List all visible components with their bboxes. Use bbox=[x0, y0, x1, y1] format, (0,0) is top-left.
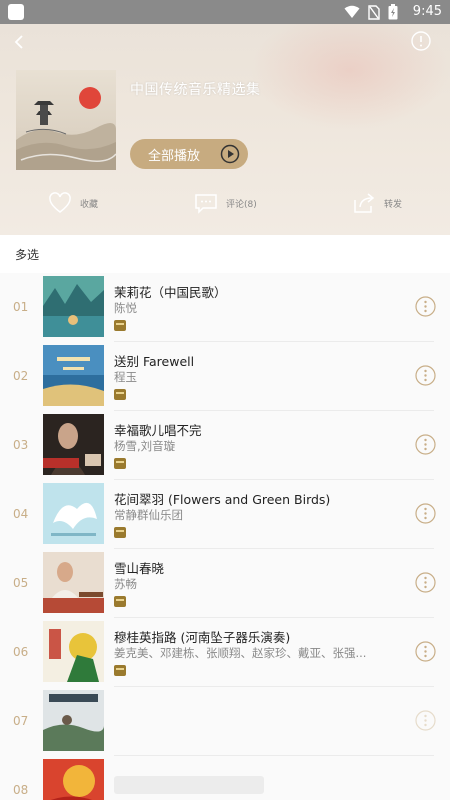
favorite-label: 收藏 bbox=[80, 199, 99, 210]
track-row[interactable]: 05 雪山春晓 苏畅 bbox=[0, 549, 450, 618]
track-number: 06 bbox=[13, 645, 29, 659]
info-icon[interactable] bbox=[410, 30, 432, 52]
more-options-icon[interactable] bbox=[415, 503, 436, 524]
wifi-icon bbox=[344, 5, 360, 18]
battery-icon bbox=[388, 4, 398, 20]
hq-badge-icon bbox=[114, 320, 126, 331]
track-artist: 苏畅 bbox=[114, 577, 137, 591]
track-row[interactable]: 03 幸福歌儿唱不完 杨雪,刘音璇 bbox=[0, 411, 450, 480]
track-artist: 姜克美、邓建栋、张顺翔、赵家珍、戴亚、张强... bbox=[114, 646, 367, 660]
track-cover bbox=[43, 552, 104, 613]
multiselect-button[interactable]: 多选 bbox=[0, 235, 450, 273]
track-row[interactable]: 06 穆桂英指路 (河南坠子器乐演奏) 姜克美、邓建栋、张顺翔、赵家珍、戴亚、张… bbox=[0, 618, 450, 687]
favorite-button[interactable]: 收藏 bbox=[48, 188, 98, 218]
loading-placeholder bbox=[114, 776, 264, 794]
more-options-icon[interactable] bbox=[415, 641, 436, 662]
track-row[interactable]: 04 花间翠羽 (Flowers and Green Birds) 常静群仙乐团 bbox=[0, 480, 450, 549]
track-cover bbox=[43, 276, 104, 337]
album-actions: 收藏 评论(8) 转发 bbox=[0, 188, 450, 218]
album-cover bbox=[16, 70, 116, 170]
track-artist: 杨雪,刘音璇 bbox=[114, 439, 176, 453]
share-icon bbox=[354, 193, 375, 213]
track-cover bbox=[43, 414, 104, 475]
share-label: 转发 bbox=[384, 199, 403, 210]
album-title: 中国传统音乐精选集 bbox=[130, 82, 261, 98]
share-button[interactable]: 转发 bbox=[352, 188, 402, 218]
track-cover bbox=[43, 621, 104, 682]
heart-icon bbox=[49, 192, 71, 213]
multiselect-label: 多选 bbox=[15, 248, 40, 262]
hq-badge-icon bbox=[114, 527, 126, 538]
track-title: 穆桂英指路 (河南坠子器乐演奏) bbox=[114, 630, 291, 645]
track-number: 04 bbox=[13, 507, 29, 521]
track-artist: 陈悦 bbox=[114, 301, 137, 315]
play-all-button[interactable]: 全部播放 bbox=[130, 139, 248, 169]
track-title: 茉莉花（中国民歌） bbox=[114, 285, 227, 300]
track-title: 送别 Farewell bbox=[114, 354, 195, 369]
comment-button[interactable]: 评论(8) bbox=[194, 188, 257, 218]
track-list: 01 茉莉花（中国民歌） 陈悦 02 送别 Farewell 程玉 03 幸福歌… bbox=[0, 273, 450, 800]
track-row[interactable]: 02 送别 Farewell 程玉 bbox=[0, 342, 450, 411]
hq-badge-icon bbox=[114, 596, 126, 607]
header-glow bbox=[250, 10, 450, 130]
track-number: 01 bbox=[13, 300, 29, 314]
album-header: 9:45 中国传统音乐精选集 全部播放 收藏 评论(8) 转发 bbox=[0, 0, 450, 235]
track-cover bbox=[43, 483, 104, 544]
track-cover bbox=[43, 345, 104, 406]
track-number: 08 bbox=[13, 783, 29, 797]
no-sim-icon bbox=[368, 4, 380, 20]
hq-badge-icon bbox=[114, 389, 126, 400]
back-arrow-icon[interactable] bbox=[10, 32, 30, 52]
comment-icon bbox=[195, 194, 217, 214]
more-options-icon[interactable] bbox=[415, 572, 436, 593]
track-artist: 常静群仙乐团 bbox=[114, 508, 183, 522]
more-options-icon[interactable] bbox=[415, 365, 436, 386]
track-title: 幸福歌儿唱不完 bbox=[114, 423, 202, 438]
track-number: 05 bbox=[13, 576, 29, 590]
comment-label: 评论(8) bbox=[226, 199, 257, 210]
more-options-icon[interactable] bbox=[415, 710, 436, 731]
app-notification-icon bbox=[8, 4, 24, 20]
track-number: 07 bbox=[13, 714, 29, 728]
track-row[interactable]: 01 茉莉花（中国民歌） 陈悦 bbox=[0, 273, 450, 342]
status-time: 9:45 bbox=[412, 4, 442, 19]
track-number: 03 bbox=[13, 438, 29, 452]
track-row[interactable]: 07 bbox=[0, 687, 450, 756]
track-number: 02 bbox=[13, 369, 29, 383]
hq-badge-icon bbox=[114, 665, 126, 676]
more-options-icon[interactable] bbox=[415, 434, 436, 455]
more-options-icon[interactable] bbox=[415, 296, 436, 317]
track-cover bbox=[43, 759, 104, 800]
status-bar: 9:45 bbox=[0, 0, 450, 24]
track-artist: 程玉 bbox=[114, 370, 137, 384]
track-row[interactable]: 08 bbox=[0, 756, 450, 800]
play-all-label: 全部播放 bbox=[148, 148, 201, 164]
track-cover bbox=[43, 690, 104, 751]
track-title: 花间翠羽 (Flowers and Green Birds) bbox=[114, 492, 331, 507]
track-title: 雪山春晓 bbox=[114, 561, 165, 576]
play-circle-icon bbox=[220, 144, 240, 164]
hq-badge-icon bbox=[114, 458, 126, 469]
